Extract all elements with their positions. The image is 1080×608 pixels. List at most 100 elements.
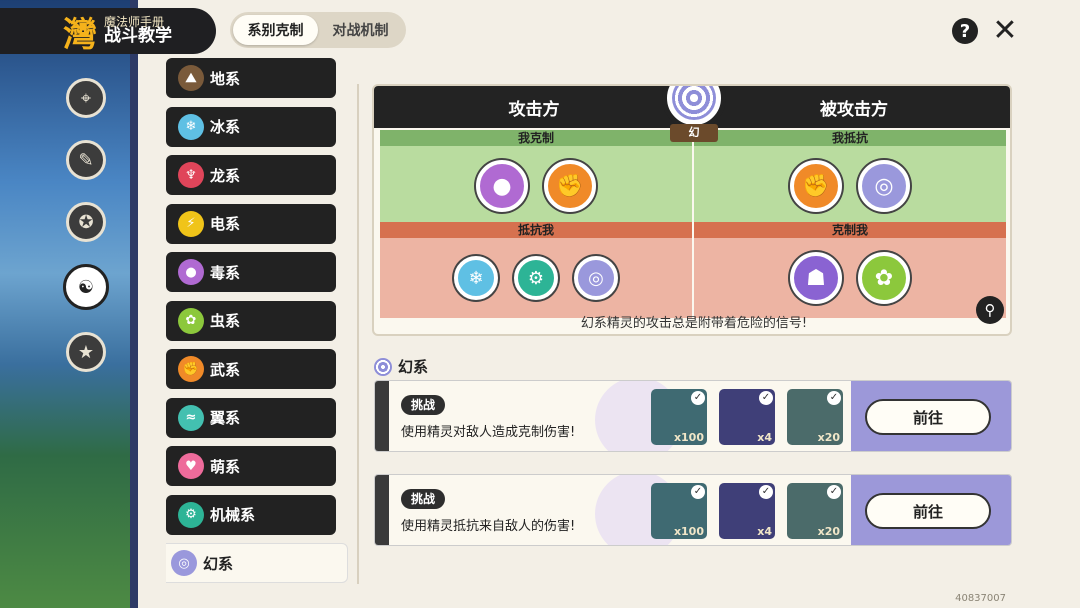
illusion-icon [374,357,392,376]
logo: 灣 [63,14,97,55]
tab-bar: 系别克制 对战机制 [230,12,406,48]
type-item-cute[interactable]: ♥ 萌系 [166,446,336,486]
reward-item[interactable]: ✓ x4 [719,483,775,539]
fight-icon[interactable]: ✊ [544,160,596,212]
book-icon[interactable]: ✎ [66,140,106,180]
go-zone: 前往 [851,475,1011,545]
poison-icon[interactable]: ● [476,160,528,212]
quadrant-title: 我抵抗 [694,130,1006,146]
check-icon: ✓ [691,485,705,499]
challenge-tag: 挑战 [401,395,446,415]
quadrant-title: 克制我 [694,222,1006,238]
tab-battle-mechanics[interactable]: 对战机制 [318,15,403,45]
elements-icon[interactable]: ☯ [63,264,109,310]
type-item-ice[interactable]: ❄ 冰系 [166,106,336,147]
title-bar: 灣 魔法师手册 战斗教学 [0,8,216,55]
mech-icon: ⚙ [178,501,204,528]
tab-type-counter[interactable]: 系别克制 [233,15,318,45]
type-list: ⛰ 地系 ❄ 冰系 ♆ 龙系 ⚡ 电系 ● 毒系 ✿ 虫系 ✊ 武系 ≈ 翼系 ♥ 萌系 ⚙ 机械系 ◎ 幻系 [166,58,356,590]
check-icon: ✓ [691,391,705,405]
quadrant-title: 我克制 [380,130,692,146]
close-icon[interactable]: ✕ [992,16,1018,46]
type-item-mech[interactable]: ⚙ 机械系 [166,494,336,535]
illusion-icon: ◎ [171,550,197,576]
poison-icon: ● [178,259,204,285]
ice-icon: ❄ [178,113,204,140]
reward-count: x100 [673,525,704,538]
type-label: 毒系 [210,263,241,282]
reward-count: x100 [673,431,704,444]
reward-item[interactable]: ✓ x100 [651,389,707,445]
type-item-fight[interactable]: ✊ 武系 [166,349,336,389]
earth-icon: ⛰ [178,65,204,91]
check-icon: ✓ [827,485,841,499]
type-item-dragon[interactable]: ♆ 龙系 [166,155,336,195]
reward-item[interactable]: ✓ x20 [787,389,843,445]
go-button[interactable]: 前往 [865,493,991,529]
illusion-icon[interactable]: ◎ [574,256,618,300]
center-type-label: 幻 [670,124,718,142]
challenge-tag: 挑战 [401,489,446,509]
fight-icon[interactable]: ✊ [790,160,842,212]
go-zone: 前往 [851,381,1011,451]
mech-icon[interactable]: ⚙ [514,256,558,300]
bug-icon[interactable]: ✿ [858,252,910,304]
chart-caption: 幻系精灵的攻击总是附带着危险的信号! [580,316,808,331]
quadrant-i-resist: 我抵抗 ✊ ◎ [694,130,1006,226]
quadrant-resist-me: 抵抗我 ❄ ⚙ ◎ [380,222,692,318]
map-icon[interactable]: ⌖ [66,78,106,118]
reward-count: x4 [757,431,772,444]
dragon-icon: ♆ [178,162,204,188]
type-label: 武系 [210,360,241,379]
type-item-earth[interactable]: ⛰ 地系 [166,58,336,98]
type-label: 幻系 [203,554,234,573]
go-button[interactable]: 前往 [865,399,991,435]
badge-icon[interactable]: ✪ [66,202,106,242]
type-item-bug[interactable]: ✿ 虫系 [166,300,336,341]
quadrant-title: 抵抗我 [380,222,692,238]
type-label: 冰系 [210,118,241,136]
reward-count: x20 [817,525,840,538]
reward-item[interactable]: ✓ x100 [651,483,707,539]
type-label: 地系 [210,69,241,88]
electric-icon: ⚡ [178,210,204,237]
type-label: 萌系 [210,457,241,476]
type-label: 电系 [210,215,241,233]
cute-icon: ♥ [178,453,204,479]
reward-item[interactable]: ✓ x20 [787,483,843,539]
ghost-icon[interactable]: ☗ [790,252,842,304]
attacker-label: 攻击方 [508,99,560,120]
card-stripe [375,475,389,545]
page-title: 战斗教学 [104,26,172,47]
scrollbar[interactable] [357,84,359,584]
side-nav: ⌖ ✎ ✪ ☯ ★ [63,78,116,394]
defender-label: 被攻击方 [820,99,888,120]
user-id: 40837007 [955,593,1006,604]
help-icon[interactable]: ? [952,18,978,44]
type-item-electric[interactable]: ⚡ 电系 [166,203,336,244]
reward-count: x4 [757,525,772,538]
type-label: 虫系 [210,312,241,330]
card-stripe [375,381,389,451]
wing-icon: ≈ [178,404,204,431]
section-title: 幻系 [374,356,428,377]
type-item-wing[interactable]: ≈ 翼系 [166,397,336,438]
magnify-icon[interactable]: ⚲ [976,296,1004,324]
type-item-illusion[interactable]: ◎ 幻系 [166,543,348,583]
quadrant-i-counter: 我克制 ● ✊ [380,130,692,226]
type-label: 机械系 [210,506,256,524]
illusion-icon[interactable]: ◎ [858,160,910,212]
reward-count: x20 [817,431,840,444]
type-item-poison[interactable]: ● 毒系 [166,252,336,292]
ice-icon[interactable]: ❄ [454,256,498,300]
type-label: 翼系 [210,409,241,427]
check-icon: ✓ [759,391,773,405]
task-description: 使用精灵对敌人造成克制伤害! [401,425,576,440]
star-icon[interactable]: ★ [66,332,106,372]
task-description: 使用精灵抵抗来自敌人的伤害! [401,519,576,534]
task-card: 挑战使用精灵抵抗来自敌人的伤害! ✓ x100 ✓ x4 ✓ x20 前往 [374,474,1012,546]
check-icon: ✓ [759,485,773,499]
task-card: 挑战 使用精灵对敌人造成克制伤害! ✓ x100 ✓ x4 ✓ x20 前往 [374,380,1012,452]
fight-icon: ✊ [178,356,204,382]
reward-item[interactable]: ✓ x4 [719,389,775,445]
